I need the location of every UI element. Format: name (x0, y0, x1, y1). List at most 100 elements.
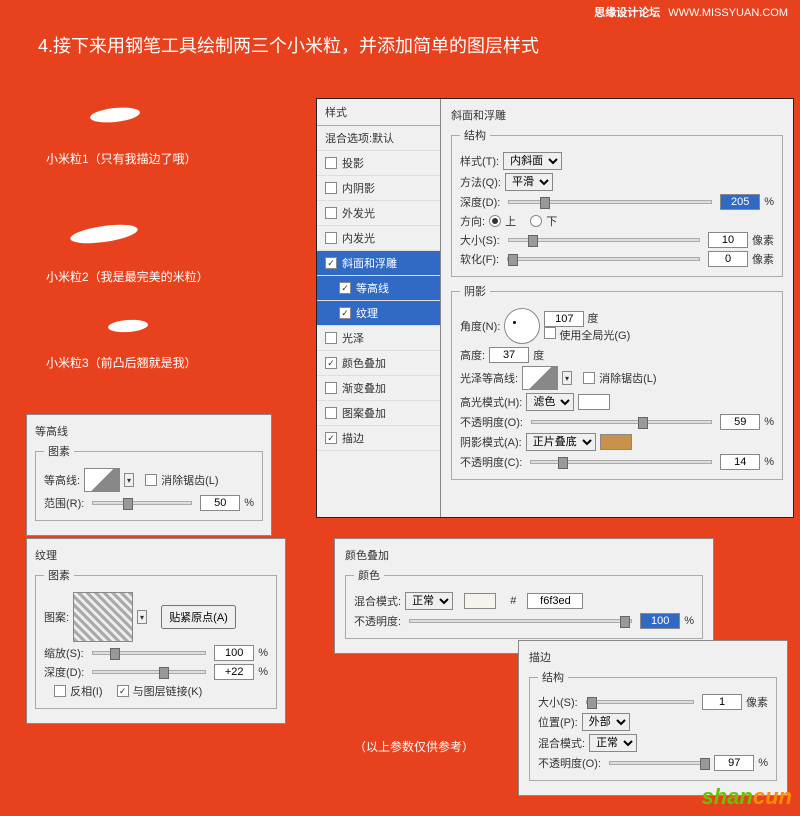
bevel-technique-select[interactable]: 平滑 (505, 173, 553, 191)
blend-options[interactable]: 混合选项:默认 (317, 126, 440, 151)
dir-up-radio[interactable] (489, 215, 501, 227)
bevel-title: 斜面和浮雕 (451, 107, 783, 123)
co-opacity-slider[interactable] (409, 619, 632, 623)
scale-input[interactable] (214, 645, 254, 661)
color-overlay-group: 颜色 混合模式:正常 # 不透明度:% (345, 567, 703, 639)
rice-label-3: 小米粒3（前凸后翘就是我） (46, 354, 197, 371)
footnote: （以上参数仅供参考） (354, 738, 474, 755)
hl-opacity-input[interactable] (720, 414, 760, 430)
styles-list: 样式 混合选项:默认 投影 内阴影 外发光 内发光 斜面和浮雕 等高线 纹理 光… (317, 99, 441, 517)
stroke-blend-select[interactable]: 正常 (589, 734, 637, 752)
shadow-mode-select[interactable]: 正片叠底 (526, 433, 596, 451)
pattern-dd-icon[interactable]: ▾ (137, 610, 147, 624)
checkbox[interactable] (325, 182, 337, 194)
contour-elements-group: 图素 等高线:▾ 消除锯齿(L) 范围(R):% (35, 443, 263, 521)
contour-dd-icon[interactable]: ▾ (124, 473, 134, 487)
size-input[interactable] (708, 232, 748, 248)
depth-slider[interactable] (508, 200, 712, 204)
checkbox[interactable] (325, 432, 337, 444)
styles-header: 样式 (317, 99, 440, 126)
gloss-contour-swatch[interactable] (522, 366, 558, 390)
checkbox[interactable] (339, 282, 351, 294)
checkbox[interactable] (325, 332, 337, 344)
co-blend-select[interactable]: 正常 (405, 592, 453, 610)
pattern-swatch[interactable] (73, 592, 133, 642)
style-stroke[interactable]: 描边 (317, 426, 440, 451)
style-pattern-overlay[interactable]: 图案叠加 (317, 401, 440, 426)
checkbox[interactable] (325, 257, 337, 269)
checkbox[interactable] (325, 207, 337, 219)
link-check[interactable] (117, 685, 129, 697)
bevel-structure-group: 结构 样式(T):内斜面 方法(Q):平滑 深度(D):% 方向:上 下 大小(… (451, 127, 783, 277)
tex-depth-slider[interactable] (92, 670, 206, 674)
highlight-color-swatch[interactable] (578, 394, 610, 410)
checkbox[interactable] (339, 307, 351, 319)
co-opacity-input[interactable] (640, 613, 680, 629)
style-contour[interactable]: 等高线 (317, 276, 440, 301)
shadow-color-swatch[interactable] (600, 434, 632, 450)
highlight-mode-select[interactable]: 滤色 (526, 393, 574, 411)
angle-input[interactable] (544, 311, 584, 327)
bevel-shading-group: 阴影 角度(N): 度 使用全局光(G) 高度:度 光泽等高线:▾ 消除锯齿(L… (451, 283, 783, 480)
contour-swatch[interactable] (84, 468, 120, 492)
rice-label-1: 小米粒1（只有我描边了哦） (46, 150, 197, 167)
range-input[interactable] (200, 495, 240, 511)
stroke-size-input[interactable] (702, 694, 742, 710)
global-light-check[interactable] (544, 327, 556, 339)
style-inner-shadow[interactable]: 内阴影 (317, 176, 440, 201)
dir-down-radio[interactable] (530, 215, 542, 227)
watermark: 思缘设计论坛WWW.MISSYUAN.COM (594, 4, 788, 20)
sh-opacity-input[interactable] (720, 454, 760, 470)
antialias-check[interactable] (583, 372, 595, 384)
hl-opacity-slider[interactable] (531, 420, 712, 424)
invert-check[interactable] (54, 685, 66, 697)
checkbox[interactable] (325, 357, 337, 369)
sh-opacity-slider[interactable] (530, 460, 712, 464)
stroke-position-select[interactable]: 外部 (582, 713, 630, 731)
stroke-panel: 描边 结构 大小(S):像素 位置(P):外部 混合模式:正常 不透明度(O):… (518, 640, 788, 796)
style-inner-glow[interactable]: 内发光 (317, 226, 440, 251)
bevel-style-select[interactable]: 内斜面 (503, 152, 562, 170)
stroke-opacity-slider[interactable] (609, 761, 706, 765)
depth-input[interactable] (720, 194, 760, 210)
checkbox[interactable] (325, 407, 337, 419)
range-slider[interactable] (92, 501, 192, 505)
checkbox[interactable] (325, 232, 337, 244)
hex-input[interactable] (527, 593, 583, 609)
style-satin[interactable]: 光泽 (317, 326, 440, 351)
rice-grain-1 (89, 105, 140, 124)
scale-slider[interactable] (92, 651, 206, 655)
size-slider[interactable] (508, 238, 700, 242)
style-outer-glow[interactable]: 外发光 (317, 201, 440, 226)
style-drop-shadow[interactable]: 投影 (317, 151, 440, 176)
texture-panel: 纹理 图素 图案:▾ 贴紧原点(A) 缩放(S):% 深度(D):% 反相(I)… (26, 538, 286, 724)
stroke-structure-group: 结构 大小(S):像素 位置(P):外部 混合模式:正常 不透明度(O):% (529, 669, 777, 781)
bevel-settings: 斜面和浮雕 结构 样式(T):内斜面 方法(Q):平滑 深度(D):% 方向:上… (441, 99, 793, 517)
checkbox[interactable] (325, 157, 337, 169)
contour-aa-check[interactable] (145, 474, 157, 486)
watermark-logo: shancun (702, 784, 792, 810)
soften-slider[interactable] (507, 257, 700, 261)
co-color-swatch[interactable] (464, 593, 496, 609)
soften-input[interactable] (708, 251, 748, 267)
rice-grain-2 (69, 221, 139, 246)
rice-label-2: 小米粒2（我是最完美的米粒） (46, 268, 209, 285)
style-color-overlay[interactable]: 颜色叠加 (317, 351, 440, 376)
altitude-input[interactable] (489, 347, 529, 363)
stroke-opacity-input[interactable] (714, 755, 754, 771)
color-overlay-panel: 颜色叠加 颜色 混合模式:正常 # 不透明度:% (334, 538, 714, 654)
checkbox[interactable] (325, 382, 337, 394)
tex-depth-input[interactable] (214, 664, 254, 680)
contour-dropdown-icon[interactable]: ▾ (562, 371, 572, 385)
layer-style-dialog: 样式 混合选项:默认 投影 内阴影 外发光 内发光 斜面和浮雕 等高线 纹理 光… (316, 98, 794, 518)
contour-panel: 等高线 图素 等高线:▾ 消除锯齿(L) 范围(R):% (26, 414, 272, 536)
rice-grain-3 (108, 319, 149, 334)
snap-origin-button[interactable]: 贴紧原点(A) (161, 605, 236, 629)
style-texture[interactable]: 纹理 (317, 301, 440, 326)
step-title: 4.接下来用钢笔工具绘制两三个小米粒，并添加简单的图层样式 (38, 32, 539, 58)
style-bevel-emboss[interactable]: 斜面和浮雕 (317, 251, 440, 276)
texture-elements-group: 图素 图案:▾ 贴紧原点(A) 缩放(S):% 深度(D):% 反相(I) 与图… (35, 567, 277, 709)
stroke-size-slider[interactable] (586, 700, 694, 704)
angle-dial[interactable] (504, 308, 540, 344)
style-gradient-overlay[interactable]: 渐变叠加 (317, 376, 440, 401)
